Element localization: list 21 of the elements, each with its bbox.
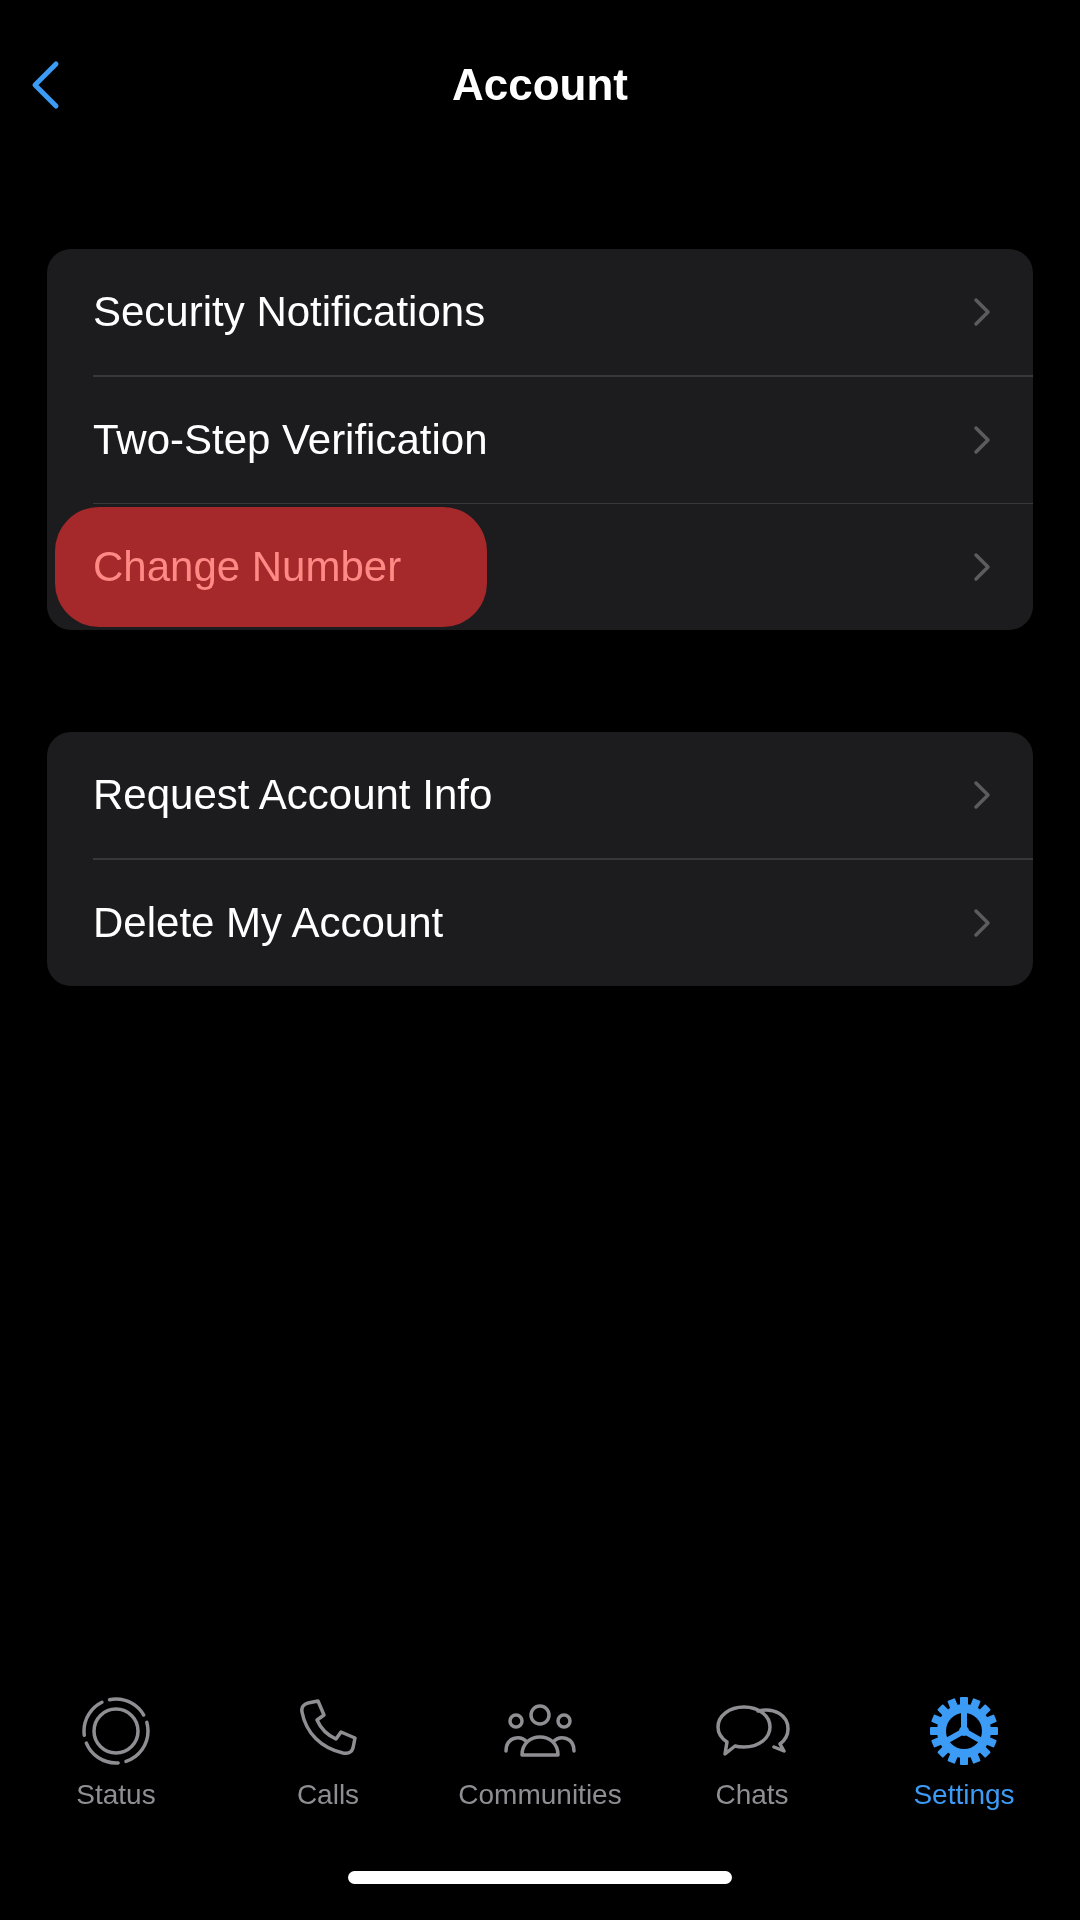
row-label: Delete My Account — [93, 898, 444, 947]
settings-row[interactable]: Request Account Info — [47, 732, 1033, 858]
tab-button[interactable]: Settings — [858, 1695, 1070, 1811]
tab-button[interactable]: Calls — [222, 1695, 434, 1811]
back-chevron-icon — [30, 60, 60, 110]
tab-button[interactable]: Status — [10, 1695, 222, 1811]
chevron-icon — [973, 907, 991, 938]
row-label: Request Account Info — [93, 771, 493, 819]
row-label: Two-Step Verification — [93, 415, 488, 464]
chevron-icon — [973, 297, 991, 327]
page-title: Account — [451, 60, 629, 110]
tab-button[interactable]: Chats — [646, 1695, 858, 1811]
settings-row[interactable]: Security Notifications — [47, 249, 1033, 375]
chevron-icon — [973, 424, 991, 455]
settings-row[interactable]: Two-Step Verification — [47, 376, 1033, 503]
highlighted-label: Change Number — [55, 507, 488, 627]
tab-button[interactable]: Communities — [434, 1695, 646, 1811]
settings-row[interactable]: Delete My Account — [47, 859, 1033, 986]
chevron-icon — [973, 552, 991, 582]
chevron-icon — [973, 780, 991, 810]
row-label: Security Notifications — [93, 288, 486, 336]
